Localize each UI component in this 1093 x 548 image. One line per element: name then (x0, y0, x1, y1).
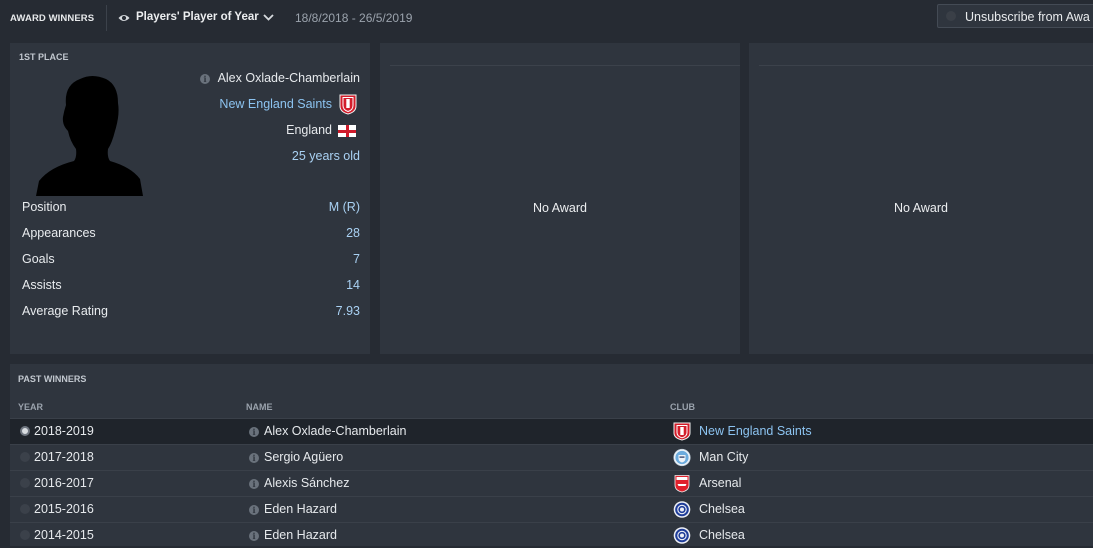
no-award-text: No Award (533, 201, 587, 215)
stat-value: 28 (346, 226, 360, 240)
date-range: 18/8/2018 - 26/5/2019 (295, 11, 413, 25)
info-icon[interactable]: i (249, 453, 259, 463)
info-icon[interactable]: i (249, 505, 259, 515)
table-row[interactable]: 2017-2018 i Sergio Agüero Man City (10, 444, 1093, 470)
no-award-text: No Award (894, 201, 948, 215)
third-place-panel: No Award (749, 43, 1093, 354)
club-link[interactable]: New England Saints (219, 97, 332, 111)
stat-row-assists: Assists 14 (22, 275, 362, 297)
stat-label: Goals (22, 252, 55, 266)
year-cell: 2017-2018 (34, 450, 94, 464)
man-city-crest-icon (673, 448, 691, 467)
past-winners-panel: PAST WINNERS YEAR NAME CLUB 2018-2019 i … (10, 364, 1093, 546)
first-place-panel: 1ST PLACE i Alex Oxlade-Chamberlain New … (10, 43, 370, 354)
player-name-cell[interactable]: Eden Hazard (264, 528, 337, 542)
club-cell[interactable]: Man City (699, 450, 748, 464)
divider (106, 5, 107, 31)
saints-crest-icon (673, 422, 691, 441)
year-cell: 2015-2016 (34, 502, 94, 516)
chelsea-crest-icon (673, 527, 691, 544)
table-row[interactable]: 2018-2019 i Alex Oxlade-Chamberlain New … (10, 418, 1093, 444)
player-age: 25 years old (291, 149, 360, 163)
divider (759, 65, 1093, 66)
club-cell[interactable]: Arsenal (699, 476, 741, 490)
stat-row-position: Position M (R) (22, 197, 362, 219)
top-bar: AWARD WINNERS Players' Player of Year 18… (0, 0, 1093, 36)
england-flag-icon (338, 125, 356, 137)
chelsea-crest-icon (673, 501, 691, 518)
unsubscribe-button[interactable]: Unsubscribe from Awa (937, 4, 1093, 28)
arsenal-crest-icon (674, 475, 690, 493)
past-winners-title: PAST WINNERS (18, 374, 87, 384)
row-radio[interactable] (20, 452, 30, 462)
stat-label: Average Rating (22, 304, 108, 318)
year-cell: 2014-2015 (34, 528, 94, 542)
stat-label: Appearances (22, 226, 96, 240)
stat-row-goals: Goals 7 (22, 249, 362, 271)
table-row[interactable]: 2016-2017 i Alexis Sánchez Arsenal (10, 470, 1093, 496)
club-cell[interactable]: Chelsea (699, 502, 745, 516)
chevron-down-icon[interactable] (263, 13, 274, 22)
saints-crest-icon (339, 94, 357, 115)
unsubscribe-label: Unsubscribe from Awa (965, 10, 1090, 24)
stat-label: Assists (22, 278, 62, 292)
player-name-cell[interactable]: Alex Oxlade-Chamberlain (264, 424, 406, 438)
stat-row-appearances: Appearances 28 (22, 223, 362, 245)
year-cell: 2018-2019 (34, 424, 94, 438)
second-place-panel: No Award (380, 43, 740, 354)
nationality[interactable]: England (286, 123, 332, 137)
player-silhouette (36, 76, 143, 196)
stat-row-average-rating: Average Rating 7.93 (22, 301, 362, 323)
stat-value: 7 (353, 252, 360, 266)
info-icon[interactable]: i (249, 531, 259, 541)
info-icon[interactable]: i (249, 427, 259, 437)
column-header-name[interactable]: NAME (246, 402, 273, 412)
player-name-cell[interactable]: Sergio Agüero (264, 450, 343, 464)
column-header-year[interactable]: YEAR (18, 402, 43, 412)
info-icon[interactable]: i (200, 74, 210, 84)
club-cell[interactable]: Chelsea (699, 528, 745, 542)
first-place-title: 1ST PLACE (19, 52, 69, 62)
row-radio[interactable] (20, 504, 30, 514)
info-icon[interactable]: i (249, 479, 259, 489)
row-radio[interactable] (20, 426, 30, 436)
page-title: AWARD WINNERS (10, 13, 95, 24)
subscribe-icon (946, 11, 956, 21)
player-name-cell[interactable]: Eden Hazard (264, 502, 337, 516)
eye-icon[interactable] (118, 13, 130, 23)
stat-label: Position (22, 200, 67, 214)
year-cell: 2016-2017 (34, 476, 94, 490)
player-name-cell[interactable]: Alexis Sánchez (264, 476, 349, 490)
divider (390, 65, 740, 66)
club-cell[interactable]: New England Saints (699, 424, 812, 438)
award-selector[interactable]: Players' Player of Year (136, 11, 259, 23)
row-radio[interactable] (20, 478, 30, 488)
row-radio[interactable] (20, 530, 30, 540)
stat-value: 7.93 (335, 304, 360, 318)
table-row[interactable]: 2015-2016 i Eden Hazard Chelsea (10, 496, 1093, 522)
player-name[interactable]: Alex Oxlade-Chamberlain (218, 71, 360, 85)
table-row[interactable]: 2014-2015 i Eden Hazard Chelsea (10, 522, 1093, 548)
column-header-club[interactable]: CLUB (670, 402, 695, 412)
stat-value: 14 (346, 278, 360, 292)
stat-value: M (R) (328, 200, 360, 214)
